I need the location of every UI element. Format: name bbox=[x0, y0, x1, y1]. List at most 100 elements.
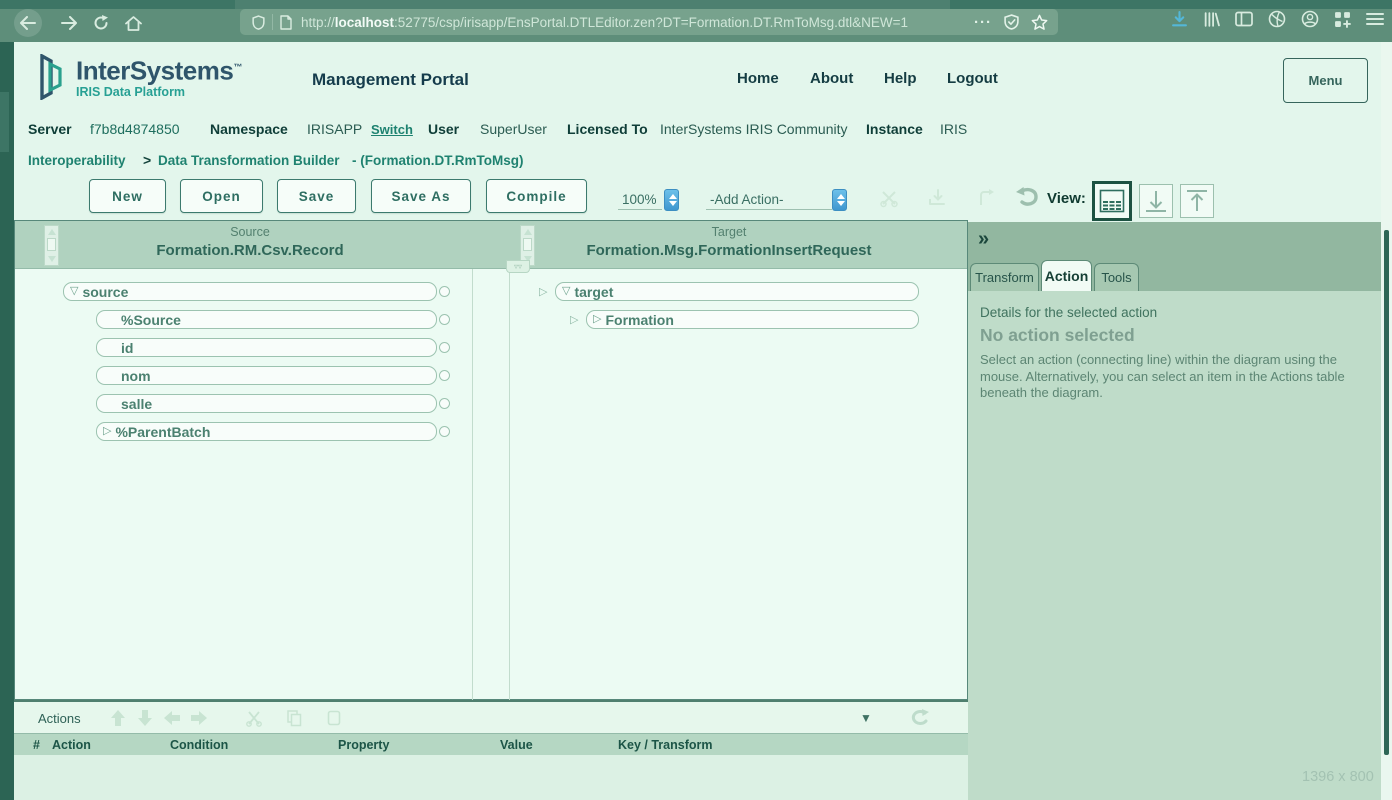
tree-node-nom[interactable]: nom bbox=[96, 366, 437, 385]
back-button[interactable] bbox=[17, 12, 39, 34]
save-button[interactable]: Save bbox=[277, 179, 356, 213]
view-split-icon bbox=[1099, 189, 1125, 213]
brand-subtitle: IRIS Data Platform bbox=[76, 85, 242, 99]
copy-icon[interactable] bbox=[282, 706, 306, 730]
expand-triangle-icon[interactable]: ▷ bbox=[593, 314, 601, 325]
splitter-handle[interactable]: ▿▿ bbox=[506, 260, 530, 273]
expand-triangle-icon[interactable]: ▷ bbox=[103, 426, 111, 437]
connector-port[interactable] bbox=[439, 314, 450, 325]
tree-node-percent-source[interactable]: %Source bbox=[96, 310, 437, 329]
tree-node-label[interactable]: source bbox=[82, 284, 128, 300]
tree-node-label[interactable]: salle bbox=[121, 396, 152, 412]
paste-icon[interactable] bbox=[322, 706, 346, 730]
tree-node-formation[interactable]: ▷ Formation bbox=[586, 310, 919, 329]
tree-node-label[interactable]: id bbox=[121, 340, 133, 356]
source-mini-scrollbar[interactable] bbox=[44, 225, 59, 266]
undo-icon[interactable] bbox=[1014, 185, 1040, 211]
library-icon[interactable] bbox=[1203, 11, 1220, 28]
move-down-icon[interactable] bbox=[133, 706, 157, 730]
reload-button[interactable] bbox=[90, 12, 112, 34]
add-action-select[interactable]: -Add Action- bbox=[706, 192, 832, 210]
move-up-icon[interactable] bbox=[106, 706, 130, 730]
diagram-header-band: Source Formation.RM.Csv.Record Target Fo… bbox=[15, 221, 967, 269]
breadcrumb-separator: > bbox=[143, 152, 151, 168]
breadcrumb-root[interactable]: Interoperability bbox=[28, 153, 126, 168]
url-bar[interactable]: http://localhost:52775/csp/irisapp/EnsPo… bbox=[240, 9, 1058, 35]
tree-node-target[interactable]: ▽ target bbox=[555, 282, 919, 301]
forward-button[interactable] bbox=[58, 12, 80, 34]
move-right-icon[interactable] bbox=[187, 706, 211, 730]
account-icon[interactable] bbox=[1301, 10, 1319, 28]
view-split-button[interactable] bbox=[1092, 181, 1132, 221]
col-action: Action bbox=[52, 738, 91, 752]
tree-node-label[interactable]: target bbox=[574, 284, 613, 300]
collapse-panel-icon[interactable]: » bbox=[978, 228, 989, 251]
nav-home[interactable]: Home bbox=[737, 70, 779, 87]
details-caption: Details for the selected action bbox=[980, 305, 1157, 320]
url-text[interactable]: http://localhost:52775/csp/irisapp/EnsPo… bbox=[301, 15, 964, 30]
menu-button[interactable]: Menu bbox=[1283, 58, 1368, 103]
page-actions-icon[interactable]: ··· bbox=[974, 14, 992, 31]
view-table-only-button[interactable] bbox=[1180, 184, 1214, 218]
scroll-thumb[interactable] bbox=[47, 238, 56, 251]
paste-action-icon[interactable] bbox=[924, 185, 950, 211]
tree-node-label[interactable]: nom bbox=[121, 368, 151, 384]
add-action-spinner[interactable] bbox=[832, 189, 847, 211]
page-scrollbar-thumb[interactable] bbox=[1384, 230, 1389, 755]
url-host: localhost bbox=[335, 15, 394, 30]
connector-port-source[interactable] bbox=[439, 286, 450, 297]
scroll-thumb[interactable] bbox=[523, 238, 532, 251]
zoom-spinner[interactable] bbox=[664, 189, 679, 211]
view-diagram-only-button[interactable] bbox=[1139, 184, 1173, 218]
tracking-shield-icon[interactable] bbox=[252, 15, 265, 30]
nav-about[interactable]: About bbox=[810, 70, 853, 87]
sidebars-icon[interactable] bbox=[1235, 11, 1253, 27]
table-menu-icon[interactable]: ▼ bbox=[860, 711, 872, 725]
redo-corner-icon[interactable] bbox=[974, 185, 1000, 211]
collapse-triangle-icon[interactable]: ▽ bbox=[70, 286, 78, 297]
refresh-table-icon[interactable] bbox=[908, 706, 932, 730]
browser-active-tab[interactable] bbox=[235, 0, 950, 9]
tree-node-label[interactable]: %Source bbox=[121, 312, 181, 328]
tree-node-label[interactable]: Formation bbox=[605, 312, 673, 328]
page-info-icon[interactable] bbox=[280, 15, 292, 30]
tab-tools[interactable]: Tools bbox=[1094, 263, 1139, 291]
tree-node-id[interactable]: id bbox=[96, 338, 437, 357]
nav-logout[interactable]: Logout bbox=[947, 70, 998, 87]
compile-button[interactable]: Compile bbox=[486, 179, 587, 213]
save-as-button[interactable]: Save As bbox=[371, 179, 471, 213]
cut-action-icon[interactable] bbox=[876, 185, 902, 211]
breadcrumb-page[interactable]: Data Transformation Builder bbox=[158, 153, 340, 168]
connector-triangle-icon[interactable]: ▷ bbox=[570, 313, 578, 326]
zoom-select[interactable]: 100% bbox=[618, 192, 662, 210]
bookmark-star-icon[interactable] bbox=[1031, 14, 1048, 31]
tab-transform[interactable]: Transform bbox=[970, 263, 1039, 291]
open-button[interactable]: Open bbox=[180, 179, 263, 213]
tree-node-salle[interactable]: salle bbox=[96, 394, 437, 413]
connector-port[interactable] bbox=[439, 398, 450, 409]
apps-grid-icon[interactable] bbox=[1334, 11, 1351, 28]
page-scrollbar[interactable] bbox=[1381, 42, 1392, 800]
downloads-icon[interactable] bbox=[1171, 11, 1188, 28]
intersystems-logo[interactable]: InterSystems™ IRIS Data Platform bbox=[36, 54, 242, 100]
tree-node-source[interactable]: ▽ source bbox=[63, 282, 437, 301]
nav-help[interactable]: Help bbox=[884, 70, 917, 87]
move-left-icon[interactable] bbox=[160, 706, 184, 730]
permissions-shield-icon[interactable] bbox=[1004, 14, 1019, 30]
connector-triangle-icon[interactable]: ▷ bbox=[539, 285, 547, 298]
connector-port[interactable] bbox=[439, 342, 450, 353]
target-class-name: Formation.Msg.FormationInsertRequest bbox=[539, 242, 919, 259]
home-button[interactable] bbox=[122, 12, 144, 34]
collapse-triangle-icon[interactable]: ▽ bbox=[562, 286, 570, 297]
tree-node-parent-batch[interactable]: ▷ %ParentBatch bbox=[96, 422, 437, 441]
new-button[interactable]: New bbox=[89, 179, 166, 213]
connector-port[interactable] bbox=[439, 426, 450, 437]
connector-port[interactable] bbox=[439, 370, 450, 381]
tree-node-label[interactable]: %ParentBatch bbox=[115, 424, 210, 440]
switch-namespace-link[interactable]: Switch bbox=[371, 122, 413, 137]
user-label: User bbox=[428, 121, 459, 137]
extensions-icon[interactable] bbox=[1268, 10, 1286, 28]
tab-action[interactable]: Action bbox=[1041, 260, 1092, 291]
menu-hamburger-icon[interactable] bbox=[1366, 12, 1384, 26]
cut-icon[interactable] bbox=[242, 706, 266, 730]
